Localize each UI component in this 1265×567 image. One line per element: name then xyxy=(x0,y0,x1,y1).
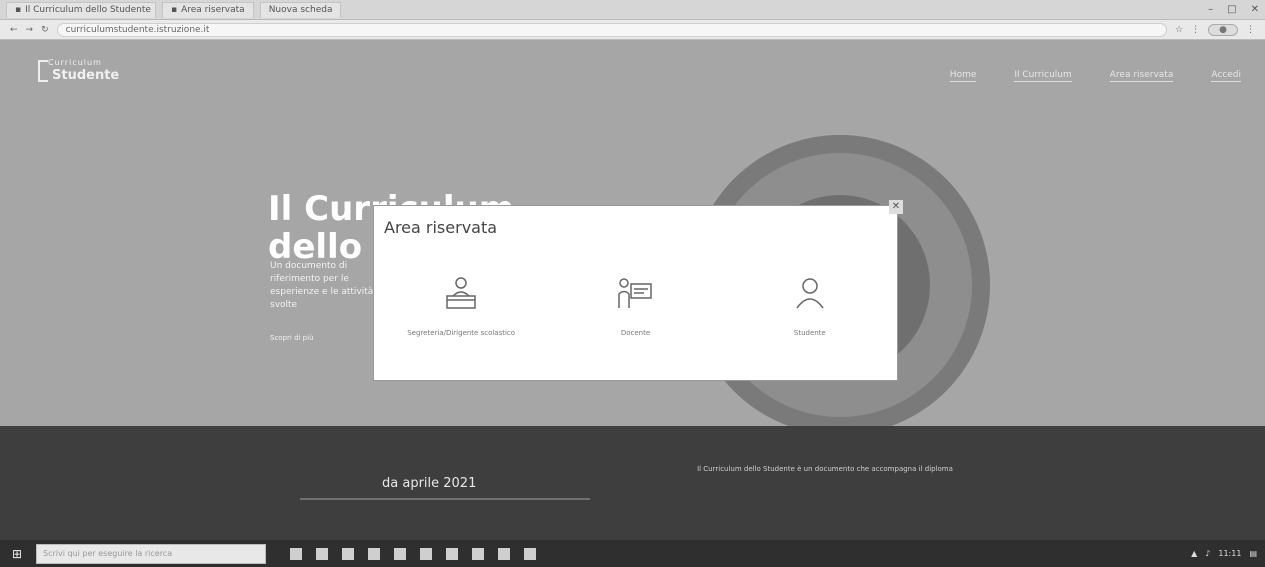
mail-icon[interactable] xyxy=(394,547,406,560)
app-icon[interactable] xyxy=(498,547,510,560)
notifications-icon[interactable]: ▤ xyxy=(1249,549,1257,558)
option-label: Docente xyxy=(620,329,651,337)
hero-cta-link[interactable]: Scopri di più xyxy=(270,334,314,342)
nav-item-home[interactable]: Home xyxy=(949,70,977,82)
modal-options: Segreteria/Dirigente scolastico Docente … xyxy=(374,274,897,338)
reload-icon[interactable]: ↻ xyxy=(41,25,49,35)
tab-label: Nuova scheda xyxy=(268,5,333,15)
clock-time[interactable]: 11:11 xyxy=(1218,549,1241,558)
url-input[interactable]: curriculumstudente.istruzione.it xyxy=(56,22,1168,37)
area-riservata-modal: Area riservata ✕ Segreteria/Dirigente sc… xyxy=(374,200,903,380)
windows-start-icon[interactable]: ⊞ xyxy=(8,547,26,561)
logo-line1: Curriculum xyxy=(48,58,102,67)
site-nav: Home Il Curriculum Area riservata Accedi xyxy=(949,70,1241,82)
option-docente[interactable]: Docente xyxy=(548,274,722,338)
option-segreteria[interactable]: Segreteria/Dirigente scolastico xyxy=(374,274,548,338)
edge-icon[interactable] xyxy=(316,547,328,560)
forward-icon[interactable]: → xyxy=(26,25,34,35)
nav-item-area-riservata[interactable]: Area riservata xyxy=(1109,70,1174,82)
volume-icon[interactable]: ♪ xyxy=(1205,549,1210,558)
browser-tab[interactable]: ▪ Il Curriculum dello Studente xyxy=(6,1,156,18)
logo-bracket-icon xyxy=(38,60,48,82)
close-icon[interactable]: ✕ xyxy=(889,200,903,214)
desk-person-icon xyxy=(446,277,476,309)
tab-label: Il Curriculum dello Studente xyxy=(25,5,151,15)
maximize-icon[interactable]: □ xyxy=(1227,4,1236,15)
star-icon[interactable]: ☆ xyxy=(1175,25,1183,35)
browser-tabbar: ▪ Il Curriculum dello Studente ▪ Area ri… xyxy=(0,0,1265,20)
site-header: Curriculum Studente Home Il Curriculum A… xyxy=(0,40,1265,110)
system-tray: ▲ ♪ 11:11 ▤ xyxy=(1191,549,1257,558)
word-icon[interactable] xyxy=(446,547,458,560)
taskbar-search-placeholder: Scrivi qui per eseguire la ricerca xyxy=(43,549,173,558)
logo-line2: Studente xyxy=(52,68,120,83)
browser-tab[interactable]: Nuova scheda xyxy=(259,1,342,18)
url-text: curriculumstudente.istruzione.it xyxy=(65,24,210,35)
band-date-title: da aprile 2021 xyxy=(382,476,477,491)
chrome-icon[interactable] xyxy=(420,547,432,560)
store-icon[interactable] xyxy=(368,547,380,560)
tab-favicon-icon: ▪ xyxy=(171,5,178,15)
info-band: da aprile 2021 Il Curriculum dello Stude… xyxy=(0,426,1265,540)
profile-avatar-icon: ● xyxy=(1219,24,1227,35)
presentation-board-icon xyxy=(618,278,653,308)
back-icon[interactable]: ← xyxy=(10,25,18,35)
windows-taskbar: ⊞ Scrivi qui per eseguire la ricerca ▲ ♪… xyxy=(0,540,1265,567)
excel-icon[interactable] xyxy=(472,547,484,560)
minimize-icon[interactable]: – xyxy=(1208,4,1213,15)
option-label: Studente xyxy=(793,329,826,337)
extensions-icon[interactable]: ⋮ xyxy=(1191,25,1200,35)
modal-title: Area riservata xyxy=(384,218,498,237)
site-logo[interactable]: Curriculum Studente xyxy=(38,58,158,88)
nav-item-accedi[interactable]: Accedi xyxy=(1211,70,1241,82)
window-controls: – □ ✕ xyxy=(1208,4,1259,15)
band-right-text: Il Curriculum dello Studente è un docume… xyxy=(697,465,953,473)
network-icon[interactable]: ▲ xyxy=(1191,549,1197,558)
tab-favicon-icon: ▪ xyxy=(15,5,22,15)
explorer-icon[interactable] xyxy=(342,547,354,560)
task-view-icon[interactable] xyxy=(290,547,302,560)
taskbar-search-input[interactable]: Scrivi qui per eseguire la ricerca xyxy=(36,543,266,564)
hero-text: Un documento di riferimento per le esper… xyxy=(270,261,374,310)
browser-addressbar: ← → ↻ curriculumstudente.istruzione.it ☆… xyxy=(0,20,1265,40)
user-icon xyxy=(796,278,824,309)
option-studente[interactable]: Studente xyxy=(723,274,897,338)
nav-item-curriculum[interactable]: Il Curriculum xyxy=(1014,70,1072,82)
band-divider xyxy=(300,498,590,500)
app-icon[interactable] xyxy=(524,547,536,560)
browser-toolbar-right: ☆ ⋮ ● ⋮ xyxy=(1175,23,1255,36)
browser-tab[interactable]: ▪ Area riservata xyxy=(162,1,254,18)
menu-icon[interactable]: ⋮ xyxy=(1246,25,1255,35)
close-icon[interactable]: ✕ xyxy=(1251,4,1259,15)
tab-label: Area riservata xyxy=(181,5,245,15)
profile-button[interactable]: ● xyxy=(1208,23,1238,36)
taskbar-apps xyxy=(290,547,536,560)
option-label: Segreteria/Dirigente scolastico xyxy=(407,329,516,337)
